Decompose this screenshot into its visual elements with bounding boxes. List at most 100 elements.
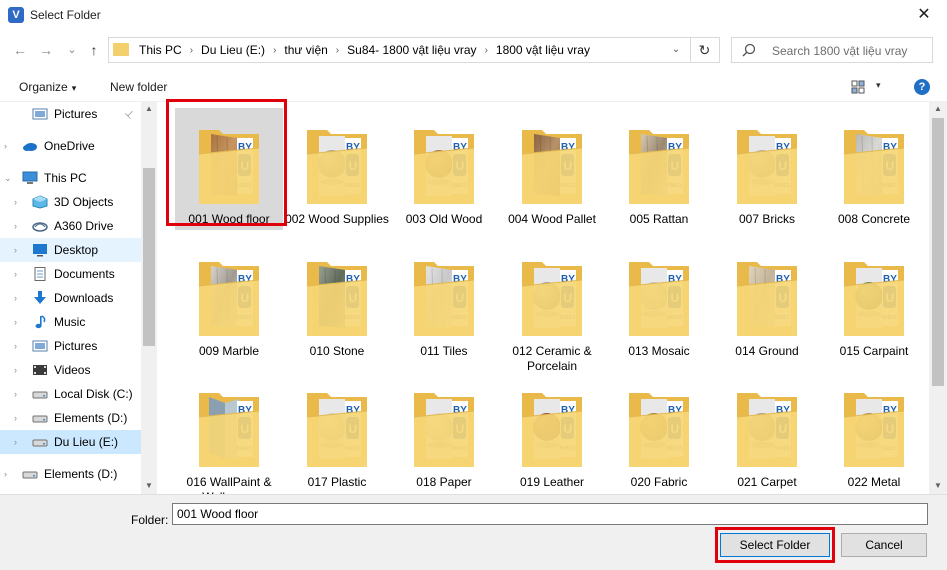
sidebar-item[interactable]: › Local Disk (C:) <box>0 382 141 406</box>
breadcrumb-separator-icon[interactable]: › <box>273 45 276 56</box>
folder-icon: BYU59823 <box>198 130 260 204</box>
view-options-icon[interactable] <box>851 80 865 94</box>
chevron-right-icon[interactable]: › <box>4 141 7 151</box>
scroll-up-icon[interactable]: ▲ <box>141 104 157 113</box>
main-scroll-thumb[interactable] <box>932 118 944 386</box>
search-input[interactable]: Search 1800 vật liệu vray <box>772 44 907 58</box>
scroll-down-icon[interactable]: ▼ <box>929 481 947 490</box>
sidebar-item[interactable]: ⌄ This PC <box>0 166 141 190</box>
folder-item[interactable]: BYU59823 010 Stone <box>283 240 391 362</box>
chevron-right-icon[interactable]: › <box>14 437 17 447</box>
chevron-right-icon[interactable]: › <box>14 413 17 423</box>
folder-label: 011 Tiles <box>420 344 468 358</box>
sidebar-item[interactable]: › Videos <box>0 358 141 382</box>
sidebar-item[interactable]: › Du Lieu (E:) <box>0 430 141 454</box>
folder-item[interactable]: BYU59823 017 Plastic <box>283 371 391 493</box>
close-button[interactable]: ✕ <box>901 0 947 30</box>
folder-item[interactable]: BYU59823 014 Ground <box>713 240 821 362</box>
chevron-right-icon[interactable]: › <box>14 341 17 351</box>
folder-item[interactable]: BYU59823 011 Tiles <box>390 240 498 362</box>
sidebar-item[interactable]: › Elements (D:) <box>0 462 141 486</box>
folder-label: 016 WallPaint & Wallpaper <box>186 475 272 494</box>
folder-item[interactable]: BYU59823 021 Carpet <box>713 371 821 493</box>
desktop-icon <box>32 243 48 257</box>
scroll-down-icon[interactable]: ▼ <box>141 481 157 490</box>
folder-item[interactable]: BYU59823 022 Metal <box>820 371 928 493</box>
breadcrumb-separator-icon[interactable]: › <box>485 45 488 56</box>
drive-icon <box>22 467 38 481</box>
folder-item[interactable]: BYU59823 002 Wood Supplies <box>283 108 391 230</box>
back-button[interactable]: ← <box>10 40 30 60</box>
folder-item[interactable]: BYU59823 008 Concrete <box>820 108 928 230</box>
chevron-right-icon[interactable]: › <box>14 365 17 375</box>
forward-button[interactable]: → <box>36 40 56 60</box>
breadcrumb-item[interactable]: thư viện <box>284 43 327 57</box>
sidebar-item[interactable]: › Pictures <box>0 334 141 358</box>
select-folder-button[interactable]: Select Folder <box>720 533 830 557</box>
folder-item[interactable]: BYU59823 005 Rattan <box>605 108 713 230</box>
chevron-right-icon[interactable]: › <box>14 245 17 255</box>
sidebar-item[interactable]: › Desktop <box>0 238 141 262</box>
cloud-icon <box>22 139 38 153</box>
chevron-right-icon[interactable]: › <box>14 221 17 231</box>
sidebar-item[interactable]: › Music <box>0 310 141 334</box>
folder-label: 009 Marble <box>198 344 260 358</box>
chevron-right-icon[interactable]: › <box>14 293 17 303</box>
breadcrumb-item[interactable]: This PC <box>139 43 182 57</box>
refresh-button[interactable]: ↻ <box>690 38 718 62</box>
folder-icon: BYU59823 <box>628 393 690 467</box>
cancel-button[interactable]: Cancel <box>841 533 927 557</box>
sidebar-item-label: Pictures <box>54 339 98 353</box>
folder-item[interactable]: BYU59823 018 Paper <box>390 371 498 493</box>
view-dropdown-icon[interactable]: ▾ <box>876 80 881 91</box>
up-button[interactable]: ↑ <box>84 40 104 60</box>
organize-label: Organize <box>19 80 68 94</box>
chevron-right-icon[interactable]: › <box>14 389 17 399</box>
folder-item[interactable]: BYU59823 012 Ceramic & Porcelain <box>498 240 606 373</box>
search-box[interactable]: Search 1800 vật liệu vray <box>731 37 933 63</box>
sidebar-item[interactable]: › OneDrive <box>0 134 141 158</box>
sidebar-item[interactable]: › Downloads <box>0 286 141 310</box>
breadcrumb-item[interactable]: Du Lieu (E:) <box>201 43 265 57</box>
folder-item[interactable]: BYU59823 019 Leather <box>498 371 606 493</box>
new-folder-button[interactable]: New folder <box>110 80 167 94</box>
sidebar-item[interactable]: › Elements (D:) <box>0 406 141 430</box>
organize-button[interactable]: Organize ▾ <box>19 80 76 94</box>
chevron-right-icon[interactable]: › <box>4 469 7 479</box>
folder-item[interactable]: BYU59823 020 Fabric <box>605 371 713 493</box>
drive-icon <box>32 435 48 449</box>
folder-item[interactable]: BYU59823 007 Bricks <box>713 108 821 230</box>
chevron-right-icon[interactable]: › <box>14 317 17 327</box>
folder-item[interactable]: BYU59823 003 Old Wood <box>390 108 498 230</box>
sidebar-item[interactable]: › Documents <box>0 262 141 286</box>
chevron-down-icon[interactable]: ⌄ <box>4 173 12 184</box>
address-dropdown-button[interactable]: ⌄ <box>666 38 686 62</box>
chevron-right-icon[interactable]: › <box>14 197 17 207</box>
sidebar-item[interactable]: Pictures ⊥ <box>0 102 141 126</box>
documents-icon <box>32 267 48 281</box>
sidebar-item[interactable]: › A360 Drive <box>0 214 141 238</box>
folder-item[interactable]: BYU59823 001 Wood floor <box>175 108 283 230</box>
folder-item[interactable]: BYU59823 009 Marble <box>175 240 283 362</box>
breadcrumb-item[interactable]: 1800 vật liệu vray <box>496 43 590 57</box>
folder-item[interactable]: BYU59823 004 Wood Pallet <box>498 108 606 230</box>
breadcrumb-item[interactable]: Su84- 1800 vật liệu vray <box>347 43 476 57</box>
folder-label: 008 Concrete <box>837 212 911 226</box>
breadcrumb-separator-icon[interactable]: › <box>336 45 339 56</box>
folder-item[interactable]: BYU59823 016 WallPaint & Wallpaper <box>175 371 283 494</box>
folder-icon: BYU59823 <box>736 262 798 336</box>
title-bar: V Select Folder ✕ <box>0 0 947 30</box>
chevron-right-icon[interactable]: › <box>14 269 17 279</box>
sidebar-scroll-thumb[interactable] <box>143 168 155 346</box>
address-bar[interactable]: This PC › Du Lieu (E:) › thư viện › Su84- 1800… <box>108 37 720 63</box>
help-icon[interactable]: ? <box>914 79 930 95</box>
pin-icon[interactable]: ⊥ <box>122 107 136 121</box>
folder-label: 014 Ground <box>735 344 799 358</box>
sidebar-item[interactable]: › 3D Objects <box>0 190 141 214</box>
breadcrumb-separator-icon[interactable]: › <box>190 45 193 56</box>
folder-item[interactable]: BYU59823 013 Mosaic <box>605 240 713 362</box>
folder-name-input[interactable] <box>172 503 928 525</box>
scroll-up-icon[interactable]: ▲ <box>929 104 947 113</box>
recent-locations-button[interactable]: ⌄ <box>62 40 82 60</box>
folder-item[interactable]: BYU59823 015 Carpaint <box>820 240 928 362</box>
